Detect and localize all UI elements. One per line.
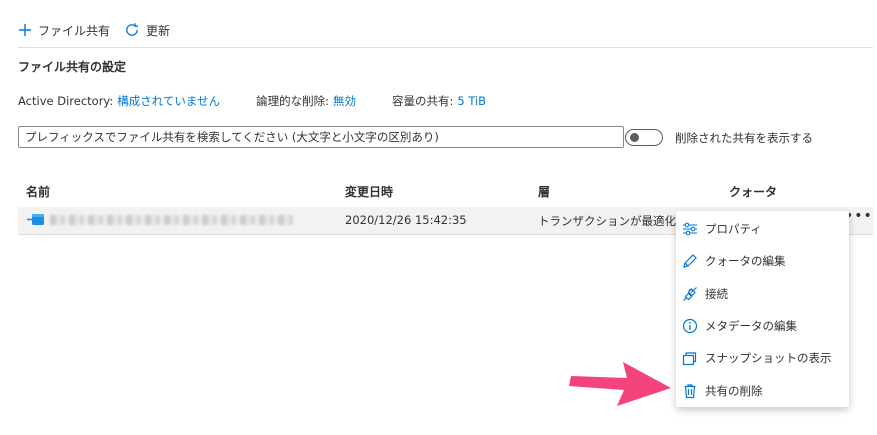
soft-delete-setting: 論理的な削除: 無効: [256, 93, 356, 109]
menu-item-edit-quota[interactable]: クォータの編集: [676, 246, 849, 276]
quota-label: 容量の共有:: [391, 94, 454, 108]
menu-item-connect[interactable]: 接続: [676, 279, 849, 309]
column-header-name[interactable]: 名前: [26, 183, 50, 200]
add-file-share-label: ファイル共有: [38, 23, 111, 38]
plus-icon: [19, 24, 31, 36]
tier-cell: トランザクションが最適化: [538, 214, 676, 228]
pencil-icon: [683, 254, 697, 268]
column-header-tier[interactable]: 層: [538, 183, 550, 200]
show-deleted-toggle[interactable]: [625, 129, 663, 146]
toolbar-divider: [18, 47, 873, 48]
refresh-button[interactable]: 更新: [124, 22, 170, 39]
show-deleted-label: 削除された共有を表示する: [675, 131, 813, 145]
menu-item-label: メタデータの編集: [705, 319, 797, 333]
menu-item-properties[interactable]: プロパティ: [676, 214, 849, 244]
pink-arrow-annotation: [569, 362, 671, 406]
modified-cell: 2020/12/26 15:42:35: [345, 213, 467, 227]
menu-item-label: クォータの編集: [705, 254, 786, 268]
file-share-icon: [27, 214, 44, 225]
more-options-icon[interactable]: •••: [845, 208, 873, 224]
menu-item-delete-share[interactable]: 共有の削除: [676, 376, 849, 406]
active-directory-setting: Active Directory: 構成されていません: [18, 93, 220, 109]
quota-setting: 容量の共有: 5 TiB: [392, 93, 486, 109]
column-header-quota[interactable]: クォータ: [729, 183, 777, 200]
share-name-redacted: [50, 215, 294, 225]
menu-item-label: プロパティ: [705, 222, 762, 236]
snapshot-icon: [682, 352, 697, 366]
menu-item-label: 共有の削除: [705, 384, 763, 398]
command-bar: ファイル共有 更新: [18, 18, 184, 42]
soft-delete-link[interactable]: 無効: [333, 94, 356, 108]
section-title: ファイル共有の設定: [18, 60, 127, 74]
menu-item-view-snapshots[interactable]: スナップショットの表示: [676, 343, 849, 373]
context-menu: プロパティ クォータの編集 接続 メタデータの編集 スナップショットの表示 共有…: [676, 211, 849, 407]
plug-icon: [683, 287, 697, 301]
add-file-share-button[interactable]: ファイル共有: [18, 22, 110, 39]
menu-item-label: スナップショットの表示: [705, 351, 832, 365]
settings-summary: Active Directory: 構成されていません 論理的な削除: 無効 容量の…: [18, 93, 522, 109]
toggle-knob: [630, 133, 639, 142]
quota-link[interactable]: 5 TiB: [457, 94, 486, 108]
search-input[interactable]: [18, 126, 624, 148]
refresh-icon: [126, 23, 139, 36]
menu-item-label: 接続: [705, 287, 728, 301]
info-icon: [682, 318, 698, 334]
refresh-label: 更新: [146, 23, 171, 38]
menu-item-edit-metadata[interactable]: メタデータの編集: [676, 311, 849, 341]
active-directory-label: Active Directory:: [18, 94, 114, 108]
active-directory-link[interactable]: 構成されていません: [117, 94, 220, 108]
soft-delete-label: 論理的な削除:: [256, 94, 329, 108]
column-header-modified[interactable]: 変更日時: [345, 183, 393, 200]
sliders-icon: [683, 222, 697, 236]
trash-icon: [684, 384, 696, 399]
